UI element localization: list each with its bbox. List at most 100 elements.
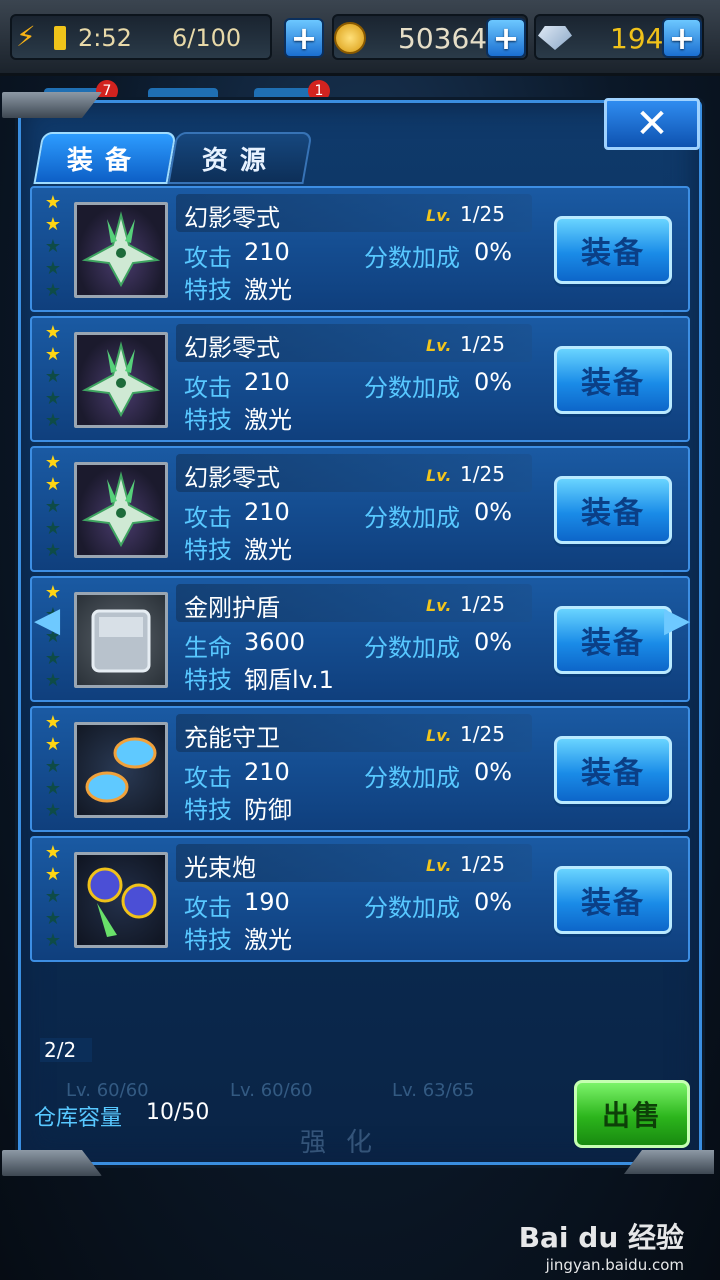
level-label: Lv. (426, 596, 452, 615)
star-icon: ★ (44, 258, 62, 279)
add-gold-button[interactable]: + (486, 18, 526, 58)
list-item[interactable]: ★ ★ ★ ★ ★ 幻影零式 Lv. 1/25 攻击 210 分数加成 0% 特技 激光 装备 (30, 316, 690, 442)
score-bonus-label: 分数加成 (364, 244, 460, 272)
level-label: Lv. (426, 856, 452, 875)
watermark: Bai du 经验 jingyan.baidu.com (519, 1216, 684, 1274)
equip-button[interactable]: 装备 (554, 476, 672, 544)
star-icon: ★ (44, 540, 62, 561)
star-icon: ★ (44, 886, 62, 907)
chevron-right-icon[interactable]: ▶ (664, 600, 690, 640)
stat-label: 攻击 (184, 894, 232, 922)
fighter-jet-icon (74, 462, 168, 558)
star-icon: ★ (44, 864, 62, 885)
skill-label: 特技 (184, 926, 232, 954)
fighter-jet-icon (74, 202, 168, 298)
skill-value: 激光 (244, 536, 292, 564)
star-icon: ★ (44, 388, 62, 409)
equip-button[interactable]: 装备 (554, 866, 672, 934)
tab-equipment[interactable]: 装备 (33, 132, 177, 184)
chevron-left-icon[interactable]: ◀ (34, 600, 60, 640)
equip-button[interactable]: 装备 (554, 736, 672, 804)
stat-value: 210 (244, 498, 290, 526)
lightning-icon: ⚡ (16, 20, 36, 53)
stat-value: 210 (244, 758, 290, 786)
star-rating: ★ ★ ★ ★ ★ (44, 714, 64, 824)
skill-label: 特技 (184, 406, 232, 434)
level-value: 1/25 (460, 722, 505, 746)
battery-icon (54, 26, 66, 50)
background-level-label: Lv. 60/60 (230, 1080, 313, 1101)
score-bonus-value: 0% (474, 498, 513, 526)
close-icon: ✕ (635, 101, 669, 147)
background-level-label: Lv. 60/60 (66, 1080, 149, 1101)
beam-cannon-icon (74, 852, 168, 948)
score-bonus-value: 0% (474, 758, 513, 786)
stat-label: 攻击 (184, 504, 232, 532)
score-bonus-label: 分数加成 (364, 894, 460, 922)
skill-label: 特技 (184, 536, 232, 564)
star-icon: ★ (44, 712, 62, 733)
add-energy-button[interactable]: + (284, 18, 324, 58)
list-item[interactable]: ★ ★ ★ ★ ★ 充能守卫 Lv. 1/25 攻击 210 分数加成 0% 特技 防御 装备 (30, 706, 690, 832)
list-item[interactable]: ★ ★ ★ ★ ★ 金刚护盾 Lv. 1/25 生命 3600 分数加成 0% 特技 钢盾lv.1 装备 (30, 576, 690, 702)
star-icon: ★ (44, 930, 62, 951)
star-icon: ★ (44, 908, 62, 929)
star-icon: ★ (44, 648, 62, 669)
score-bonus-label: 分数加成 (364, 504, 460, 532)
equip-button[interactable]: 装备 (554, 216, 672, 284)
skill-label: 特技 (184, 666, 232, 694)
skill-value: 激光 (244, 276, 292, 304)
level-label: Lv. (426, 206, 452, 225)
notification-badge: 7 (96, 80, 118, 102)
stat-label: 攻击 (184, 374, 232, 402)
equipment-list: ★ ★ ★ ★ ★ 幻影零式 Lv. 1/25 攻击 210 分数加成 0% 特技 激光 装备 ★ ★ ★ ★ ★ 幻影… (30, 186, 690, 966)
background-strengthen-label: 强化 (300, 1128, 393, 1158)
close-button[interactable]: ✕ (604, 98, 700, 150)
watermark-brand: Bai du 经验 (518, 1221, 684, 1254)
star-icon: ★ (44, 800, 62, 821)
skill-label: 特技 (184, 796, 232, 824)
shield-icon (74, 592, 168, 688)
level-value: 1/25 (460, 462, 505, 486)
score-bonus-value: 0% (474, 368, 513, 396)
page-indicator: 2/2 (40, 1038, 92, 1062)
score-bonus-label: 分数加成 (364, 634, 460, 662)
equip-button[interactable]: 装备 (554, 606, 672, 674)
level-value: 1/25 (460, 202, 505, 226)
item-name: 光束炮 (184, 854, 256, 882)
list-item[interactable]: ★ ★ ★ ★ ★ 光束炮 Lv. 1/25 攻击 190 分数加成 0% 特技 激光 装备 (30, 836, 690, 962)
tab-resources[interactable]: 资源 (167, 132, 313, 184)
fighter-jet-icon (74, 332, 168, 428)
star-icon: ★ (44, 280, 62, 301)
level-value: 1/25 (460, 592, 505, 616)
stat-value: 210 (244, 238, 290, 266)
list-item[interactable]: ★ ★ ★ ★ ★ 幻影零式 Lv. 1/25 攻击 210 分数加成 0% 特技 激光 装备 (30, 186, 690, 312)
score-bonus-label: 分数加成 (364, 374, 460, 402)
item-name: 幻影零式 (184, 204, 280, 232)
star-icon: ★ (44, 734, 62, 755)
level-value: 1/25 (460, 332, 505, 356)
add-gem-button[interactable]: + (662, 18, 702, 58)
score-bonus-label: 分数加成 (364, 764, 460, 792)
energy-timer: 2:52 (78, 24, 132, 52)
storage-capacity-label: 仓库容量 (34, 1106, 123, 1131)
stat-label: 攻击 (184, 764, 232, 792)
star-icon: ★ (44, 366, 62, 387)
star-icon: ★ (44, 756, 62, 777)
item-name: 充能守卫 (184, 724, 280, 752)
star-icon: ★ (44, 214, 62, 235)
star-icon: ★ (44, 778, 62, 799)
stat-value: 3600 (244, 628, 306, 656)
star-rating: ★ ★ ★ ★ ★ (44, 194, 64, 304)
skill-value: 防御 (244, 796, 292, 824)
drone-guard-icon (74, 722, 168, 818)
list-item[interactable]: ★ ★ ★ ★ ★ 幻影零式 Lv. 1/25 攻击 210 分数加成 0% 特技 激光 装备 (30, 446, 690, 572)
gold-coin-icon (334, 22, 366, 54)
stat-label: 攻击 (184, 244, 232, 272)
equip-button[interactable]: 装备 (554, 346, 672, 414)
sell-button[interactable]: 出售 (574, 1080, 690, 1148)
star-icon: ★ (44, 518, 62, 539)
level-label: Lv. (426, 726, 452, 745)
watermark-url: jingyan.baidu.com (545, 1256, 684, 1274)
item-name: 幻影零式 (184, 334, 280, 362)
